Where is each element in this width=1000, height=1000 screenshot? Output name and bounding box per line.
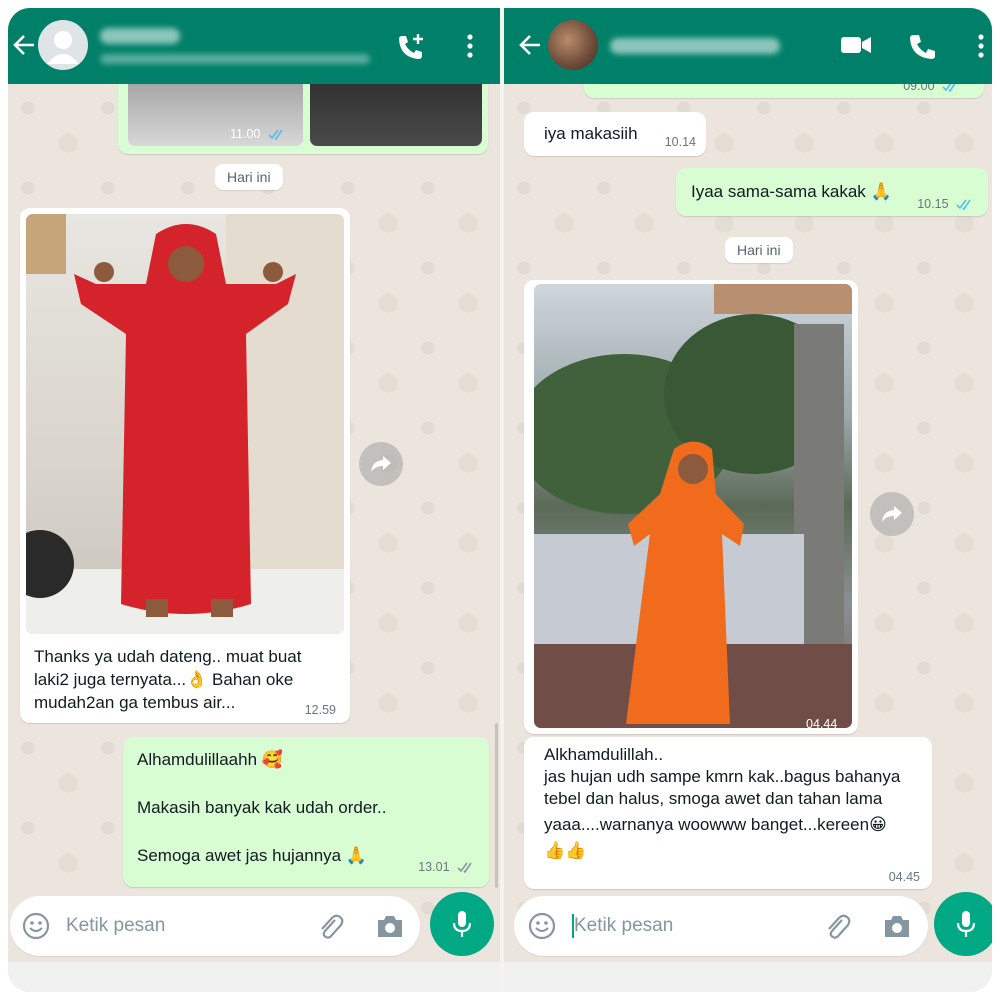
- ok-hand-emoji: 👌: [186, 669, 208, 690]
- emoji-icon[interactable]: [528, 912, 556, 940]
- raincoat-photo-illustration: [534, 284, 852, 728]
- forward-icon: [882, 506, 902, 522]
- voice-call-icon[interactable]: [908, 32, 938, 62]
- message-text: iya makasiih: [544, 124, 638, 143]
- scroll-indicator[interactable]: [495, 723, 498, 888]
- message-line-4: yaaa....warnanya woowww banget...kereen😀: [544, 815, 887, 835]
- photo-caption: Thanks ya udah dateng.. muat buat laki2 …: [34, 646, 301, 715]
- outgoing-reply-message[interactable]: Alhamdulillaahh 🥰 Makasih banyak kak uda…: [123, 737, 489, 887]
- voice-record-button[interactable]: [934, 892, 992, 956]
- message-time: 12.59: [304, 703, 336, 717]
- contact-status-blurred: [100, 54, 370, 64]
- read-ticks-icon: [956, 199, 971, 211]
- forward-button[interactable]: [359, 442, 403, 486]
- chat-header: [504, 8, 992, 84]
- previous-image-time: 11.00: [230, 126, 286, 143]
- back-arrow-icon[interactable]: [516, 30, 546, 60]
- attach-icon[interactable]: [822, 912, 852, 942]
- reply-line-3: Semoga awet jas hujannya 🙏: [137, 846, 368, 866]
- microphone-icon: [956, 911, 976, 937]
- camera-icon[interactable]: [882, 913, 912, 939]
- video-call-icon[interactable]: [840, 32, 872, 58]
- system-nav-bar: [8, 962, 500, 992]
- folded-hands-emoji: 🙏: [870, 182, 892, 202]
- emoji-icon[interactable]: [22, 912, 50, 940]
- photo-woman-orange-raincoat[interactable]: [534, 284, 852, 728]
- caption-line-1: Thanks ya udah dateng.. muat buat: [34, 647, 302, 666]
- reply-line-2: Makasih banyak kak udah order..: [137, 798, 387, 817]
- default-avatar-icon: [47, 31, 79, 64]
- message-text: Iyaa sama-sama kakak 🙏: [691, 182, 892, 202]
- forward-button[interactable]: [870, 492, 914, 536]
- incoming-message[interactable]: iya makasiih 10.14: [524, 112, 706, 156]
- left-chat-pane: 11.00 Hari ini Thanks ya udah dateng.. m…: [8, 8, 500, 992]
- message-line-1: Alkhamdulillah..: [544, 745, 664, 764]
- grinning-emoji: 😀: [869, 815, 887, 835]
- read-ticks-icon: [457, 862, 472, 874]
- photo-man-red-raincoat[interactable]: [26, 214, 344, 634]
- read-ticks-icon: [268, 129, 283, 141]
- right-chat-pane: 09.00 iya makasiih 10.14 Iyaa sama-sama …: [504, 8, 992, 992]
- attach-icon[interactable]: [315, 912, 345, 942]
- contact-avatar[interactable]: [548, 20, 598, 70]
- outgoing-message[interactable]: Iyaa sama-sama kakak 🙏 10.15: [676, 168, 988, 216]
- message-time: 04.45: [888, 870, 920, 884]
- photo-time: 04.44: [806, 717, 838, 731]
- reply-line-1: Alhamdulillaahh 🥰: [137, 750, 283, 770]
- contact-name-blurred[interactable]: [100, 28, 180, 44]
- message-input-placeholder[interactable]: Ketik pesan: [66, 915, 165, 937]
- voice-record-button[interactable]: [430, 892, 494, 956]
- contact-name-blurred[interactable]: [610, 38, 780, 54]
- forward-icon: [371, 456, 391, 472]
- app-frame: 11.00 Hari ini Thanks ya udah dateng.. m…: [8, 8, 992, 992]
- message-time: 10.15: [917, 196, 974, 213]
- incoming-photo-message[interactable]: 04.44: [524, 280, 858, 734]
- chat-header: [8, 8, 500, 84]
- message-text: Alkhamdulillah.. jas hujan udh sampe kmr…: [544, 744, 900, 862]
- smiling-hearts-emoji: 🥰: [261, 750, 283, 770]
- incoming-photo-message[interactable]: Thanks ya udah dateng.. muat buat laki2 …: [20, 208, 350, 723]
- date-chip: Hari ini: [725, 237, 793, 263]
- thumbs-up-emoji: 👍👍: [544, 841, 587, 861]
- caption-line-2: laki2 juga ternyata...👌 Bahan oke: [34, 669, 294, 690]
- contact-avatar[interactable]: [38, 20, 88, 70]
- message-line-2: jas hujan udh sampe kmrn kak..bagus baha…: [544, 767, 901, 786]
- message-input-bar[interactable]: Ketik pesan: [514, 896, 928, 956]
- raincoat-photo-illustration: [26, 214, 344, 634]
- more-options-icon[interactable]: [463, 32, 477, 62]
- microphone-icon: [452, 911, 472, 937]
- message-input-placeholder[interactable]: Ketik pesan: [574, 915, 673, 937]
- camera-icon[interactable]: [375, 913, 405, 939]
- add-call-icon[interactable]: [396, 32, 426, 62]
- more-options-icon[interactable]: [974, 32, 988, 62]
- folded-hands-emoji: 🙏: [345, 846, 368, 866]
- message-time: 10.14: [664, 135, 696, 149]
- system-nav-bar: [504, 962, 992, 992]
- incoming-text-message[interactable]: Alkhamdulillah.. jas hujan udh sampe kmr…: [524, 737, 932, 889]
- message-line-3: tebel dan halus, smoga awet dan tahan la…: [544, 789, 883, 808]
- message-input-bar[interactable]: Ketik pesan: [10, 896, 420, 956]
- date-chip: Hari ini: [215, 164, 283, 190]
- back-arrow-icon[interactable]: [10, 30, 40, 60]
- reply-time: 13.01: [418, 859, 475, 876]
- caption-line-3: mudah2an ga tembus air...: [34, 692, 236, 712]
